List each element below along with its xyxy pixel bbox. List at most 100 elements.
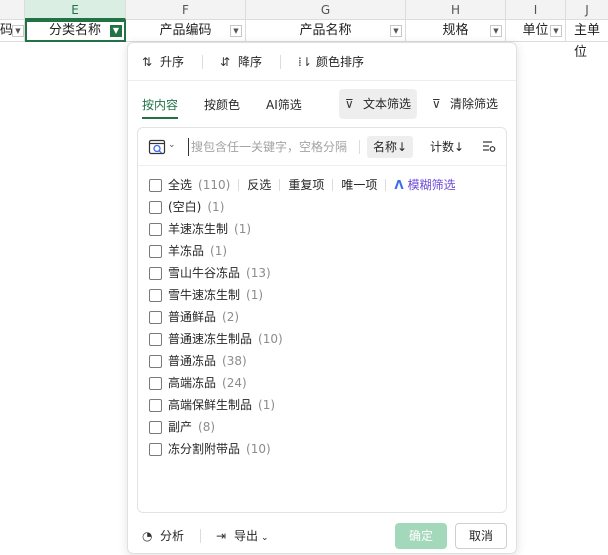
item-checkbox[interactable]	[149, 376, 162, 390]
list-item[interactable]: 雪山牛谷冻品 (13)	[149, 262, 506, 284]
value-list: 全选 (110) 反选 重复项 唯一项 ᐱ 模糊筛选 (空白) (1) 羊速冻生制 (…	[149, 174, 506, 460]
column-letter-j[interactable]: J	[566, 0, 608, 20]
item-checkbox[interactable]	[149, 310, 162, 324]
count-sort-button[interactable]: 计数↓	[424, 136, 470, 158]
header-label: 产品编码	[159, 23, 212, 38]
filter-dropdown-icon[interactable]: ▼	[390, 25, 402, 37]
item-count: (38)	[222, 354, 247, 368]
item-label: 副产	[168, 420, 193, 434]
item-checkbox[interactable]	[149, 244, 162, 258]
popup-footer: ◔ 分析 ⇥ 导出 ⌄ 确定 取消	[128, 521, 516, 551]
export-icon: ⇥	[216, 529, 227, 543]
list-item[interactable]: 副产 (8)	[149, 416, 506, 438]
list-item[interactable]: 普通鲜品 (2)	[149, 306, 506, 328]
item-count: (1)	[246, 288, 264, 302]
item-checkbox[interactable]	[149, 420, 162, 434]
search-mode-icon[interactable]	[148, 138, 166, 156]
filter-dropdown-icon[interactable]: ▼	[550, 25, 562, 37]
list-item[interactable]: (空白) (1)	[149, 196, 506, 218]
fuzzy-filter-label: 模糊筛选	[407, 178, 456, 192]
column-letter-i[interactable]: I	[506, 0, 566, 20]
invert-selection-link[interactable]: 反选	[238, 179, 271, 191]
item-checkbox[interactable]	[149, 200, 162, 214]
column-letter-f[interactable]: F	[126, 0, 246, 20]
text-filter-button[interactable]: ⊽ 文本筛选	[339, 89, 418, 119]
tab-ai-filter[interactable]: AI筛选	[266, 95, 302, 115]
item-count: (2)	[222, 310, 240, 324]
item-count: (1)	[210, 244, 228, 258]
select-all-label[interactable]: 全选	[168, 177, 192, 193]
header-cell-product-code[interactable]: 产品编码 ▼	[126, 20, 246, 42]
item-label: 羊速冻生制	[168, 222, 229, 236]
item-label: 普通鲜品	[168, 310, 217, 324]
filter-dropdown-icon[interactable]: ▼	[12, 25, 24, 37]
analyze-button[interactable]: ◔ 分析	[142, 527, 184, 545]
item-label: 高端保鲜生制品	[168, 398, 253, 412]
clear-filter-button[interactable]: ⊽ 清除筛选	[426, 89, 504, 119]
analyze-label: 分析	[160, 529, 185, 543]
header-cell-product-name[interactable]: 产品名称 ▼	[246, 20, 406, 42]
item-count: (13)	[246, 266, 271, 280]
item-label: 普通速冻生制品	[168, 332, 253, 346]
filter-active-icon[interactable]: ▼	[110, 25, 122, 37]
header-cell-spec[interactable]: 规格 ▼	[406, 20, 506, 42]
fuzzy-filter-link[interactable]: ᐱ 模糊筛选	[385, 178, 456, 192]
item-label: 普通冻品	[168, 354, 217, 368]
filter-values-panel: ⌄ 名称↓ 计数↓ 全选 (110) 反选 重复项 唯一项	[137, 127, 507, 513]
item-checkbox[interactable]	[149, 442, 162, 456]
item-label: 羊冻品	[168, 244, 205, 258]
item-checkbox[interactable]	[149, 332, 162, 346]
header-label: 规格	[442, 23, 469, 38]
column-letter-g[interactable]: G	[246, 0, 406, 20]
item-checkbox[interactable]	[149, 354, 162, 368]
divider	[200, 529, 201, 543]
list-settings-icon[interactable]	[482, 139, 496, 156]
sort-ascending-button[interactable]: ⇅ 升序	[142, 53, 184, 71]
filter-dropdown-icon[interactable]: ▼	[490, 25, 502, 37]
item-label: (空白)	[168, 200, 202, 214]
name-sort-button[interactable]: 名称↓	[367, 136, 414, 158]
list-item[interactable]: 普通冻品 (38)	[149, 350, 506, 372]
header-label: 主单位	[574, 23, 601, 60]
list-item[interactable]: 冻分割附带品 (10)	[149, 438, 506, 460]
column-letter-d[interactable]	[0, 0, 25, 20]
cancel-button[interactable]: 取消	[455, 523, 507, 549]
chevron-down-icon[interactable]: ⌄	[168, 140, 176, 150]
clear-filter-icon: ⊽	[432, 97, 441, 111]
header-row: 码 ▼ 分类名称 ▼ 产品编码 ▼ 产品名称 ▼ 规格 ▼ 单位 ▼ 主单位	[0, 20, 608, 60]
item-checkbox[interactable]	[149, 398, 162, 412]
list-item[interactable]: 羊冻品 (1)	[149, 240, 506, 262]
color-sort-button[interactable]: ⁞⇂ 颜色排序	[298, 53, 364, 71]
item-checkbox[interactable]	[149, 222, 162, 236]
ok-button[interactable]: 确定	[395, 523, 447, 549]
list-item[interactable]: 羊速冻生制 (1)	[149, 218, 506, 240]
select-all-checkbox[interactable]	[149, 178, 162, 192]
select-all-row: 全选 (110) 反选 重复项 唯一项 ᐱ 模糊筛选	[149, 174, 506, 196]
duplicates-link[interactable]: 重复项	[279, 179, 324, 191]
filter-tabs: 按内容 按颜色 AI筛选 ⊽ 文本筛选 ⊽ 清除筛选	[128, 89, 516, 119]
unique-link[interactable]: 唯一项	[332, 179, 377, 191]
tab-by-content[interactable]: 按内容	[142, 95, 179, 119]
header-cell-category[interactable]: 分类名称 ▼	[25, 20, 126, 42]
list-item[interactable]: 普通速冻生制品 (10)	[149, 328, 506, 350]
item-checkbox[interactable]	[149, 266, 162, 280]
item-label: 雪山牛谷冻品	[168, 266, 241, 280]
column-letter-e[interactable]: E	[25, 0, 126, 20]
select-all-count: (110)	[198, 178, 231, 192]
pie-chart-icon: ◔	[142, 529, 153, 543]
header-label: 分类名称	[48, 23, 101, 38]
item-checkbox[interactable]	[149, 288, 162, 302]
list-item[interactable]: 高端冻品 (24)	[149, 372, 506, 394]
tab-by-color[interactable]: 按颜色	[204, 95, 240, 115]
header-cell-unit[interactable]: 单位 ▼	[506, 20, 566, 42]
list-item[interactable]: 高端保鲜生制品 (1)	[149, 394, 506, 416]
sort-descending-button[interactable]: ⇵ 降序	[220, 53, 262, 71]
search-input[interactable]	[188, 138, 358, 156]
filter-dropdown-icon[interactable]: ▼	[230, 25, 242, 37]
item-label: 高端冻品	[168, 376, 217, 390]
header-cell-main-unit[interactable]: 主单位	[566, 20, 608, 60]
column-letter-h[interactable]: H	[406, 0, 506, 20]
export-button[interactable]: ⇥ 导出 ⌄	[216, 527, 269, 545]
item-count: (10)	[246, 442, 271, 456]
list-item[interactable]: 雪牛速冻生制 (1)	[149, 284, 506, 306]
